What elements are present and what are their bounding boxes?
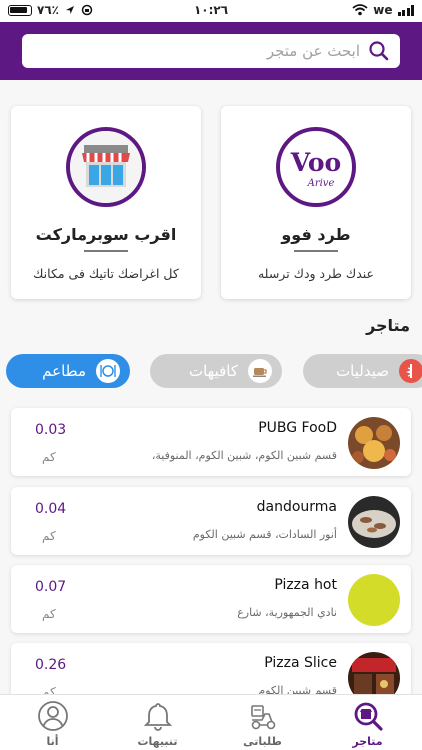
store-distance: 0.03 xyxy=(35,422,67,438)
profile-icon xyxy=(37,701,68,731)
category-pharmacies[interactable]: صيدليات xyxy=(303,354,422,388)
store-row[interactable]: PUBG FooD قسم شبين الكوم، شبين الكوم، ال… xyxy=(11,408,411,476)
supermarket-card[interactable]: اقرب سوبرماركت كل اغراضك تاتيك فى مكانك xyxy=(11,106,201,299)
stores-section-title: متاجر xyxy=(366,316,410,335)
category-restaurants[interactable]: مطاعم xyxy=(6,354,130,388)
restaurant-icon xyxy=(96,359,120,383)
store-address: أنور السادات، قسم شبين الكوم xyxy=(192,528,337,541)
supermarket-icon xyxy=(66,127,146,207)
carrier-name: we xyxy=(373,3,393,17)
distance-unit: كم xyxy=(42,450,56,464)
voo-logo: Voo Arive xyxy=(276,127,356,207)
store-row[interactable]: Pizza hot نادي الجمهورية، شارع 0.07 كم xyxy=(11,565,411,633)
category-label: صيدليات xyxy=(336,362,389,380)
store-thumbnail xyxy=(348,496,400,548)
store-address: قسم شبين الكوم، شبين الكوم، المنوفية، xyxy=(151,449,337,462)
store-address: نادي الجمهورية، شارع xyxy=(237,606,337,619)
bell-icon xyxy=(143,703,172,731)
tab-orders[interactable]: طلباتى xyxy=(210,695,315,750)
delivery-icon xyxy=(250,705,275,730)
store-name: Pizza hot xyxy=(274,577,337,593)
voo-logo-text: Voo xyxy=(290,148,341,177)
distance-unit: كم xyxy=(42,529,56,543)
voo-logo-sub: Arive xyxy=(307,178,335,189)
search-icon[interactable] xyxy=(368,40,390,62)
distance-unit: كم xyxy=(42,607,56,621)
store-name: Pizza Slice xyxy=(264,655,337,671)
status-right: we xyxy=(352,3,414,17)
store-row[interactable]: dandourma أنور السادات، قسم شبين الكوم 0… xyxy=(11,487,411,555)
tab-profile[interactable]: أنا xyxy=(0,695,105,750)
title-underline xyxy=(294,250,338,252)
supermarket-card-subtitle: كل اغراضك تاتيك فى مكانك xyxy=(33,266,179,281)
search-input[interactable] xyxy=(32,34,360,68)
store-distance: 0.07 xyxy=(35,579,67,595)
signal-icon xyxy=(397,4,414,16)
tab-bar: متاجر طلباتى تنبيهات أنا xyxy=(0,694,422,750)
pharmacy-icon xyxy=(399,359,422,383)
tab-label: تنبيهات xyxy=(137,735,178,748)
voo-card-subtitle: عندك طرد ودك ترسله xyxy=(257,266,375,281)
voo-delivery-card[interactable]: Voo Arive طرد فوو عندك طرد ودك ترسله xyxy=(221,106,411,299)
header xyxy=(0,22,422,80)
search-box[interactable] xyxy=(22,34,400,68)
store-name: dandourma xyxy=(256,499,337,515)
category-cafes[interactable]: كافيهات xyxy=(150,354,282,388)
status-bar: ٧٦٪ ١٠:٢٦ we xyxy=(0,0,422,22)
category-label: مطاعم xyxy=(42,362,86,380)
store-thumbnail xyxy=(348,574,400,626)
store-distance: 0.26 xyxy=(35,657,67,673)
title-underline xyxy=(84,250,128,252)
store-name: PUBG FooD xyxy=(258,420,337,436)
tab-stores[interactable]: متاجر xyxy=(315,695,420,750)
category-label: كافيهات xyxy=(188,362,238,380)
store-thumbnail xyxy=(348,417,400,469)
tab-label: متاجر xyxy=(352,735,383,748)
coffee-icon xyxy=(248,359,272,383)
voo-card-title: طرد فوو xyxy=(281,225,351,244)
supermarket-card-title: اقرب سوبرماركت xyxy=(35,225,177,244)
store-distance: 0.04 xyxy=(35,501,67,517)
tab-notifications[interactable]: تنبيهات xyxy=(105,695,210,750)
wifi-icon xyxy=(352,4,368,16)
tab-label: طلباتى xyxy=(243,735,282,748)
tab-label: أنا xyxy=(46,735,59,748)
store-search-icon xyxy=(354,702,383,731)
